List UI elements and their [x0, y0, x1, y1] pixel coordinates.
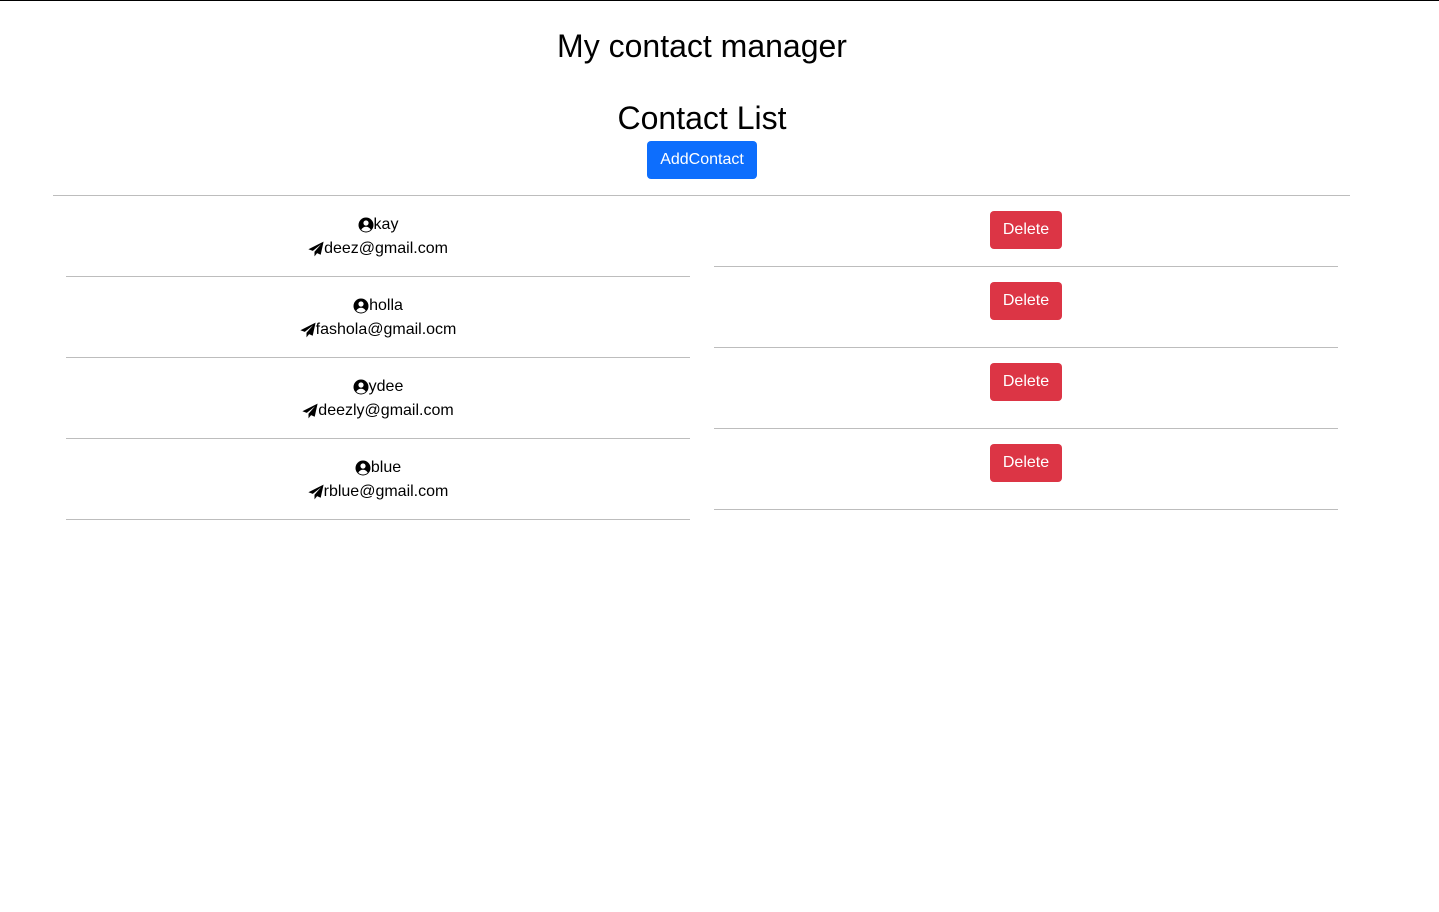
- contact-name-row: ydee: [66, 375, 690, 399]
- contact-email: deez@gmail.com: [324, 240, 448, 257]
- contact-email-row: deez@gmail.com: [66, 237, 690, 261]
- contact-name: blue: [370, 459, 402, 476]
- action-row: Delete: [714, 267, 1338, 348]
- action-row: Delete: [714, 348, 1338, 429]
- contact-list: kay deez@gmail.com holla fashola@gmail.o…: [66, 196, 690, 520]
- delete-button[interactable]: Delete: [990, 444, 1062, 482]
- user-circle-icon: [358, 217, 374, 233]
- action-row: Delete: [714, 429, 1338, 510]
- contact-email-row: fashola@gmail.ocm: [66, 318, 690, 342]
- paper-plane-icon: [308, 484, 324, 500]
- user-circle-icon: [355, 460, 371, 476]
- delete-button[interactable]: Delete: [990, 282, 1062, 320]
- delete-button[interactable]: Delete: [990, 211, 1062, 249]
- add-contact-button[interactable]: AddContact: [647, 141, 757, 179]
- contact-email: deezly@gmail.com: [318, 402, 454, 419]
- contact-name-row: blue: [66, 456, 690, 480]
- action-row: Delete: [714, 196, 1338, 267]
- contact-name: holla: [369, 297, 403, 314]
- delete-button[interactable]: Delete: [990, 363, 1062, 401]
- contact-email: rblue@gmail.com: [323, 483, 449, 500]
- contact-card: kay deez@gmail.com: [66, 196, 690, 277]
- contact-email: fashola@gmail.ocm: [315, 321, 457, 338]
- paper-plane-icon: [300, 322, 316, 338]
- app-title: My contact manager: [557, 28, 847, 64]
- contact-name-row: holla: [66, 294, 690, 318]
- contact-email-row: deezly@gmail.com: [66, 399, 690, 423]
- contact-name-row: kay: [66, 213, 690, 237]
- paper-plane-icon: [302, 403, 318, 419]
- contact-list-title: Contact List: [617, 100, 787, 136]
- contact-email-row: rblue@gmail.com: [66, 480, 690, 504]
- user-circle-icon: [353, 298, 369, 314]
- user-circle-icon: [353, 379, 369, 395]
- contact-card: holla fashola@gmail.ocm: [66, 277, 690, 358]
- paper-plane-icon: [308, 241, 324, 257]
- contact-card: ydee deezly@gmail.com: [66, 358, 690, 439]
- contact-actions: Delete Delete Delete Delete: [714, 196, 1338, 510]
- contact-card: blue rblue@gmail.com: [66, 439, 690, 520]
- contact-name: kay: [373, 216, 399, 233]
- contact-name: ydee: [368, 378, 404, 395]
